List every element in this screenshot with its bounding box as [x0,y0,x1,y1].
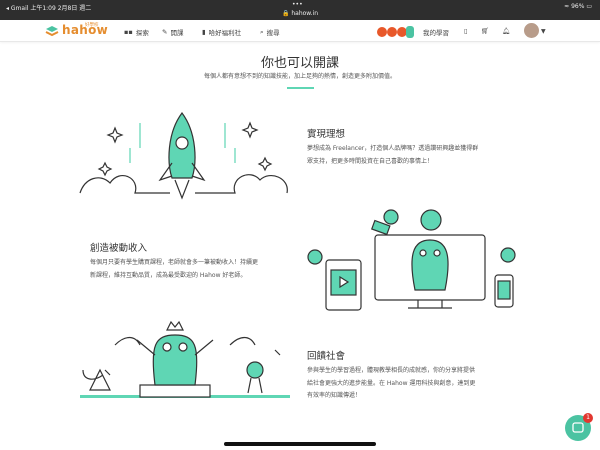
pencil-icon: ✎ [162,28,168,36]
rocket-illustration [79,111,288,200]
top-nav: hahow 好學校 ▪▪ 探索 ✎ 開課 ▮ 哈好福利社 ⌕ 搜尋 我的學習 ▯ 🛒︎ … [0,20,600,42]
home-indicator [224,442,376,446]
section-title: 創造被動收入 [90,243,148,254]
search-icon: ⌕ [260,27,264,36]
status-bar: ◂ Gmail 上午1:09 2月8日 週二 ••• 🔒 hahow.in ≈ … [0,0,600,20]
nav-explore[interactable]: ▪▪ 探索 [124,27,149,37]
section-title: 回饋社會 [307,351,346,362]
promo-mascot-icon[interactable] [375,23,415,39]
more-dots-icon[interactable]: ••• [292,1,303,8]
nav-teach[interactable]: ✎ 開課 [162,27,183,37]
battery-status: ≈ 96% ▭ [564,3,592,10]
hahow-logo[interactable]: hahow 好學校 [45,23,108,37]
title-underline [287,87,314,89]
chevron-down-icon[interactable]: ▼ [541,28,546,35]
url-text: hahow.in [291,10,319,17]
avatar[interactable] [524,23,539,38]
trophy-illustration [80,320,290,398]
page-title: 你也可以開課 [260,56,339,71]
bell-icon[interactable]: 🔔︎ [502,27,510,35]
section-passive-income: 創造被動收入 每個月只要有學生購買課程，老師就會多一筆被動收入！持續更 新課程，… [90,243,259,279]
chat-badge: 1 [583,413,593,423]
page-subtitle: 每個人都有意想不到的知識技能，加上足夠的熱情，創造更多附加價值。 [203,73,396,80]
url-bar[interactable]: 🔒 hahow.in [0,10,600,17]
devices-illustration [307,209,516,311]
cart-icon[interactable]: 🛒︎ [481,27,489,35]
section-realize-dream: 實現理想 夢想成為 Freelancer，打造個人品牌嗎？透過讚研興趣並獲得群 … [307,129,479,165]
logo-icon [45,26,59,37]
bookmark-icon[interactable]: ▯ [464,27,468,35]
section-title: 實現理想 [307,129,346,140]
nav-search[interactable]: ⌕ 搜尋 [260,27,280,38]
phone-icon: ▮ [202,28,206,36]
nav-my-learning[interactable]: 我的學習 [423,27,449,37]
section-give-back: 回饋社會 參與學生的學習過程，體現教學相長的成就感，你的分享將提供 給社會更強大… [307,351,476,399]
nav-store[interactable]: ▮ 哈好福利社 [202,27,241,37]
grid-icon: ▪▪ [124,28,133,36]
